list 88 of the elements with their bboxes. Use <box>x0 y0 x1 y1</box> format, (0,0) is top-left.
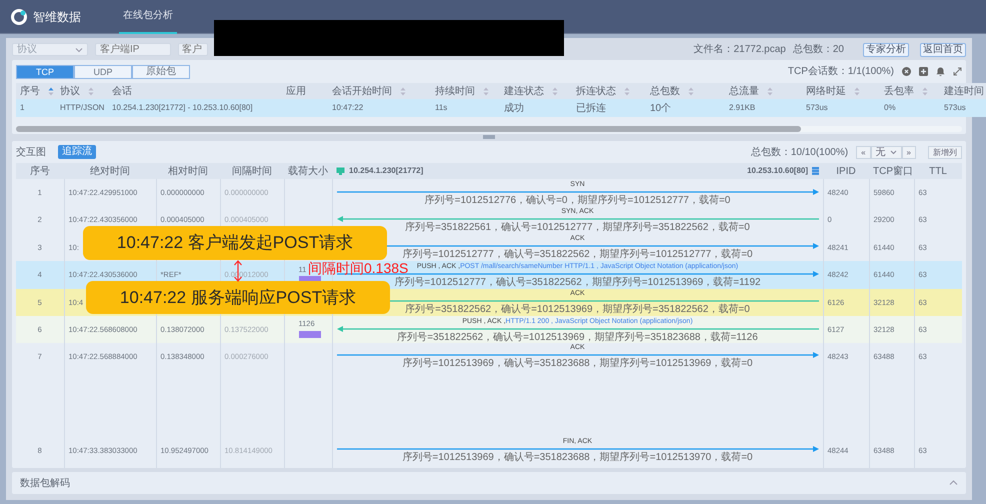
logo-icon <box>10 8 28 26</box>
add-column-button[interactable]: 新增列 <box>928 146 962 158</box>
sort-icon[interactable] <box>483 86 489 96</box>
packet-count: 总包数：10/10(100%) <box>750 146 848 160</box>
column-header: IPID <box>836 166 856 176</box>
sort-icon[interactable] <box>88 86 94 96</box>
packet-detail: 序列号=351822562，确认号=1012513969，期望序列号=351823688，载荷=1126 <box>397 332 758 343</box>
sort-icon[interactable] <box>48 86 54 96</box>
table-cell: 10.254.1.230[21772] - 10.253.10.60[80] <box>108 99 282 117</box>
bell-icon[interactable] <box>936 67 945 76</box>
monitor-icon <box>336 167 345 175</box>
section-title: 数据包解码 <box>20 476 70 490</box>
packet-detail: 序列号=1012512777，确认号=351822562，期望序列号=1012512777，载荷=0 <box>402 249 753 260</box>
column-header: 应用 <box>286 84 306 98</box>
nav-tab[interactable]: 在线包分析 <box>119 0 177 34</box>
table-cell: 0% <box>880 99 940 117</box>
sort-icon[interactable] <box>552 86 558 96</box>
packet-detail: 序列号=1012512776，确认号=0，期望序列号=1012512777，载荷=0 <box>424 194 730 206</box>
sort-icon[interactable] <box>854 86 860 96</box>
sort-icon[interactable] <box>400 86 406 96</box>
row-highlight[interactable] <box>16 261 962 289</box>
protocol-tab[interactable]: UDP <box>74 64 132 78</box>
column-header: 建连状态 <box>504 84 544 98</box>
packet-total-label: 总包数：20 <box>792 42 844 57</box>
column-header: 网络时延 <box>806 84 846 98</box>
packet-detail: 序列号=1012513969，确认号=351823688，期望序列号=1012513970，载荷=0 <box>402 452 753 464</box>
packet-detail: 序列号=1012512777，确认号=351822562，期望序列号=1012513969，载荷=1192 <box>394 276 761 288</box>
expand-icon[interactable] <box>953 67 962 76</box>
server-icon <box>812 167 819 175</box>
column-header: 总流量 <box>729 84 759 98</box>
caret-icon <box>890 150 897 154</box>
add-square-icon[interactable] <box>919 67 928 76</box>
table-cell: 2.91KB <box>725 99 802 117</box>
table-cell: 573us <box>940 99 986 117</box>
gap-time-label: 间隔时间0.138S <box>308 261 408 275</box>
sort-icon[interactable] <box>767 86 773 96</box>
payload-bar <box>298 330 320 338</box>
trace-stream-button[interactable]: 追踪流 <box>58 145 96 159</box>
column-header: 建连时间 <box>944 84 984 98</box>
column-header: 绝对时间 <box>90 166 130 176</box>
close-circle-icon[interactable] <box>902 67 911 76</box>
table-cell: 10:47:22 <box>328 99 431 117</box>
column-header: 会话开始时间 <box>332 84 392 98</box>
home-button[interactable]: 返回首页 <box>920 42 966 56</box>
client-address: 10.254.1.230[21772] <box>349 165 424 177</box>
protocol-tab[interactable]: 原始包 <box>132 64 190 78</box>
server-address: 10.253.10.60[80] <box>747 165 808 177</box>
packet-detail: 序列号=351822562，确认号=1012513969，期望序列号=351822562，载荷=0 <box>405 304 750 316</box>
column-header: 间隔时间 <box>232 166 272 176</box>
session-count: TCP会话数：1/1(100%) <box>788 64 894 79</box>
previous-button[interactable]: « <box>856 146 871 158</box>
table-cell: 11s <box>431 99 500 117</box>
column-header: 持续时间 <box>435 84 475 98</box>
scrollbar[interactable] <box>16 126 962 132</box>
packet-detail: 序列号=1012513969，确认号=351823688，期望序列号=1012513969，载荷=0 <box>402 358 753 370</box>
column-header: 载荷大小 <box>288 166 328 176</box>
chevron-down-icon <box>75 46 83 52</box>
column-header: TTL <box>929 166 947 176</box>
sort-icon[interactable] <box>624 86 630 96</box>
column-header: 相对时间 <box>168 166 208 176</box>
table-cell: 573us <box>802 99 880 117</box>
table-cell: 10个 <box>646 99 725 117</box>
resize-handle[interactable] <box>483 134 495 138</box>
callout: 10:47:22 客户端发起POST请求 <box>83 226 387 260</box>
page-select[interactable]: 无 <box>870 146 902 158</box>
sort-icon[interactable] <box>922 86 928 96</box>
table-cell: HTTP/JSON <box>56 99 108 117</box>
expert-analysis-button[interactable]: 专家分析 <box>863 42 909 56</box>
table-cell: 已拆连 <box>572 99 646 117</box>
sort-icon[interactable] <box>688 86 694 96</box>
column-header: 协议 <box>60 84 80 98</box>
packet-detail: 序列号=351822561，确认号=1012512777，期望序列号=351822562，载荷=0 <box>405 222 750 234</box>
column-header: 拆连状态 <box>576 84 616 98</box>
column-header: 序号 <box>20 84 40 98</box>
column-header: 会话 <box>112 84 132 98</box>
column-header: 丢包率 <box>884 84 914 98</box>
callout: 10:47:22 服务端响应POST请求 <box>86 281 390 314</box>
column-header: 序号 <box>30 166 50 176</box>
chevron-icon[interactable] <box>949 480 958 486</box>
column-header: TCP窗口 <box>873 166 913 176</box>
next-button[interactable]: » <box>902 146 916 158</box>
protocol-tab[interactable]: TCP <box>16 64 74 78</box>
column-header: 总包数 <box>650 84 680 98</box>
table-cell: 成功 <box>500 99 572 117</box>
file-name-label: 文件名：21772.pcap <box>694 42 786 57</box>
brand-name: 智维数据 <box>33 8 81 26</box>
table-cell: 1 <box>16 99 56 117</box>
section-title: 交互图 <box>16 146 46 160</box>
